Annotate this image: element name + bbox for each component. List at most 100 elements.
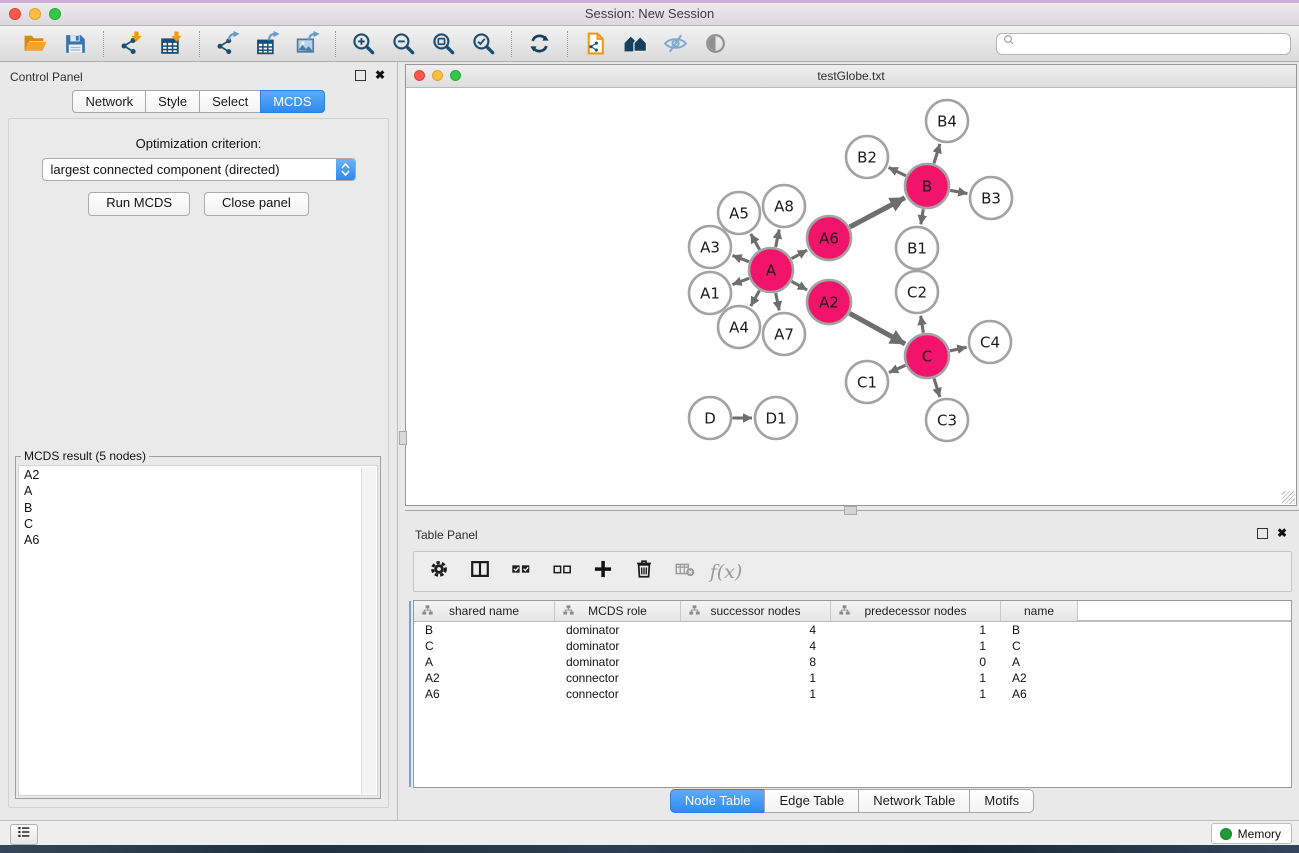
mcds-result-item[interactable]: A2 [20, 467, 361, 483]
trash-button[interactable] [632, 560, 656, 584]
edge-A-A6[interactable] [792, 250, 808, 259]
tab-network-table[interactable]: Network Table [858, 789, 970, 813]
mcds-result-item[interactable]: A [20, 483, 361, 499]
table-row[interactable]: Adominator80A [414, 654, 1291, 670]
float-table-panel-icon[interactable] [1257, 528, 1268, 539]
edge-A-A4[interactable] [751, 290, 760, 306]
close-table-panel-icon[interactable]: ✖ [1277, 529, 1287, 538]
graph-node-B[interactable]: B [905, 164, 949, 208]
edge-A-A8[interactable] [776, 230, 780, 247]
edge-A-A5[interactable] [751, 234, 760, 250]
graph-node-D1[interactable]: D1 [755, 397, 797, 439]
edge-B-B2[interactable] [889, 167, 906, 175]
split-view-button[interactable] [468, 560, 492, 584]
column-header-shared-name[interactable]: shared name [414, 601, 555, 621]
gear-button[interactable] [427, 560, 451, 584]
graph-node-C3[interactable]: C3 [926, 399, 968, 441]
edge-A6-B[interactable] [850, 198, 905, 227]
network-close-button[interactable] [414, 70, 425, 81]
tab-network[interactable]: Network [72, 90, 146, 113]
network-zoom-button[interactable] [450, 70, 461, 81]
graph-node-A8[interactable]: A8 [763, 185, 805, 227]
memory-button[interactable]: Memory [1211, 823, 1292, 844]
edge-C-C3[interactable] [934, 378, 940, 397]
graph-node-B1[interactable]: B1 [896, 227, 938, 269]
edge-B-B3[interactable] [950, 190, 967, 193]
result-scrollbar[interactable] [361, 467, 376, 794]
export-table-button[interactable] [254, 30, 281, 57]
mcds-result-item[interactable]: C [20, 516, 361, 532]
float-panel-icon[interactable] [355, 70, 366, 81]
vertical-splitter-grip[interactable] [399, 431, 407, 445]
eye-button[interactable] [702, 30, 729, 57]
column-header-predecessor-nodes[interactable]: predecessor nodes [831, 601, 1001, 621]
refresh-layout-button[interactable] [526, 30, 553, 57]
edge-B-B4[interactable] [934, 144, 940, 164]
edge-A-A1[interactable] [732, 278, 749, 284]
homes-button[interactable] [622, 30, 649, 57]
graph-node-B2[interactable]: B2 [846, 136, 888, 178]
graph-node-A6[interactable]: A6 [807, 216, 851, 260]
zoom-out-button[interactable] [390, 30, 417, 57]
edge-C-C4[interactable] [950, 347, 967, 351]
open-folder-button[interactable] [22, 30, 49, 57]
copy-network-button[interactable] [582, 30, 609, 57]
zoom-fit-button[interactable] [430, 30, 457, 57]
tab-node-table[interactable]: Node Table [670, 789, 766, 813]
tab-style[interactable]: Style [145, 90, 200, 113]
deselect-all-button[interactable] [550, 560, 574, 584]
select-all-button[interactable] [509, 560, 533, 584]
edge-B-B1[interactable] [921, 209, 923, 224]
edge-A-A7[interactable] [776, 293, 780, 310]
edge-C-C1[interactable] [889, 365, 905, 372]
graph-node-C4[interactable]: C4 [969, 321, 1011, 363]
column-header-MCDS-role[interactable]: MCDS role [555, 601, 681, 621]
graph-node-A2[interactable]: A2 [807, 280, 851, 324]
network-canvas[interactable]: B4B2BB3A5A8A6A3AB1A1A2C2A4A7CC4C1C3DD1 [406, 88, 1296, 505]
minimize-button[interactable] [29, 8, 41, 20]
graph-node-A3[interactable]: A3 [689, 226, 731, 268]
tab-select[interactable]: Select [199, 90, 261, 113]
edge-A-A2[interactable] [792, 281, 808, 290]
eye-slash-button[interactable] [662, 30, 689, 57]
mcds-result-item[interactable]: B [20, 500, 361, 516]
edge-A2-C[interactable] [850, 313, 906, 344]
horizontal-splitter-grip[interactable] [844, 506, 857, 515]
import-table-button[interactable] [158, 30, 185, 57]
network-graph[interactable]: B4B2BB3A5A8A6A3AB1A1A2C2A4A7CC4C1C3DD1 [406, 88, 1296, 505]
criterion-select[interactable]: largest connected component (directed) [42, 158, 356, 181]
table-row[interactable]: Bdominator41B [414, 622, 1291, 638]
graph-node-C[interactable]: C [905, 334, 949, 378]
plus-button[interactable] [591, 560, 615, 584]
mcds-result-item[interactable]: A6 [20, 532, 361, 548]
export-network-button[interactable] [214, 30, 241, 57]
graph-node-B4[interactable]: B4 [926, 100, 968, 142]
network-minimize-button[interactable] [432, 70, 443, 81]
close-panel-button[interactable]: Close panel [204, 192, 309, 216]
close-button[interactable] [9, 8, 21, 20]
graph-node-A5[interactable]: A5 [718, 192, 760, 234]
zoom-button[interactable] [49, 8, 61, 20]
edge-A-A3[interactable] [732, 255, 749, 261]
graph-node-A[interactable]: A [749, 248, 793, 292]
table-row[interactable]: Cdominator41C [414, 638, 1291, 654]
graph-node-D[interactable]: D [689, 397, 731, 439]
export-image-button[interactable] [294, 30, 321, 57]
table-row[interactable]: A2connector11A2 [414, 670, 1291, 686]
window-resize-grip[interactable] [1282, 491, 1295, 504]
import-network-button[interactable] [118, 30, 145, 57]
save-button[interactable] [62, 30, 89, 57]
close-panel-icon[interactable]: ✖ [375, 71, 385, 80]
graph-node-A7[interactable]: A7 [763, 313, 805, 355]
zoom-in-button[interactable] [350, 30, 377, 57]
zoom-selected-button[interactable] [470, 30, 497, 57]
tab-mcds[interactable]: MCDS [260, 90, 324, 113]
search-input[interactable] [1018, 36, 1285, 52]
tab-motifs[interactable]: Motifs [969, 789, 1034, 813]
graph-node-C2[interactable]: C2 [896, 271, 938, 313]
tab-edge-table[interactable]: Edge Table [764, 789, 859, 813]
column-header-name[interactable]: name [1001, 601, 1078, 621]
run-mcds-button[interactable]: Run MCDS [88, 192, 190, 216]
graph-node-A1[interactable]: A1 [689, 272, 731, 314]
graph-node-B3[interactable]: B3 [970, 177, 1012, 219]
